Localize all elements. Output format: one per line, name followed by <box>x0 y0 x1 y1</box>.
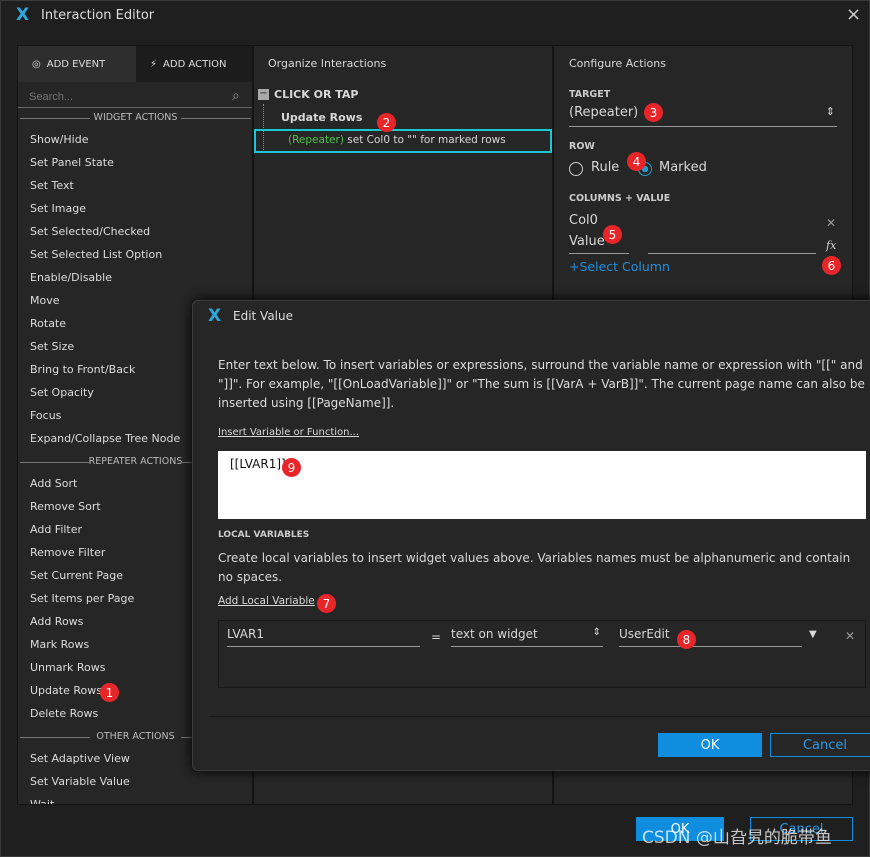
action-item[interactable]: Set Adaptive View <box>30 752 130 765</box>
repeater-target: (Repeater) <box>288 134 344 146</box>
action-item[interactable]: Set Current Page <box>30 569 123 582</box>
add-local-variable-link[interactable]: Add Local Variable <box>218 595 315 607</box>
target-select[interactable]: (Repeater) ⇕ <box>569 105 837 127</box>
radio-rule[interactable] <box>569 162 583 176</box>
event-icon: ◎ <box>32 58 41 70</box>
action-item[interactable]: Expand/Collapse Tree Node <box>30 432 180 445</box>
fx-icon[interactable]: fx <box>826 239 836 252</box>
var-type: text on widget <box>451 627 538 641</box>
annotation-badge: 6 <box>822 256 841 275</box>
dialog-cancel-button[interactable]: Cancel <box>770 733 870 757</box>
app-logo: X <box>16 5 30 25</box>
updown-icon: ⇕ <box>825 105 835 118</box>
action-item[interactable]: Rotate <box>30 317 66 330</box>
local-variables-table: LVAR1 = text on widget ⇕ UserEdit ▼ ✕ <box>218 620 866 688</box>
action-item[interactable]: Bring to Front/Back <box>30 363 135 376</box>
event-name[interactable]: CLICK OR TAP <box>274 88 358 101</box>
annotation-badge: 8 <box>677 630 696 649</box>
action-item[interactable]: Remove Filter <box>30 546 105 559</box>
updown-icon: ⇕ <box>592 627 601 638</box>
value-input[interactable] <box>648 234 816 254</box>
instructions-text: Enter text below. To insert variables or… <box>218 358 865 410</box>
action-item[interactable]: Set Image <box>30 202 86 215</box>
action-item[interactable]: Add Sort <box>30 477 77 490</box>
close-icon[interactable]: × <box>846 4 861 25</box>
panel-title: Organize Interactions <box>268 57 387 70</box>
var-name-input[interactable]: LVAR1 <box>227 627 420 647</box>
action-item[interactable]: Set Text <box>30 179 74 192</box>
row-label: ROW <box>569 141 595 152</box>
section-widget-actions: WIDGET ACTIONS <box>18 112 252 123</box>
search-input[interactable] <box>18 86 252 108</box>
action-item[interactable]: Show/Hide <box>30 133 88 146</box>
action-item[interactable]: Set Panel State <box>30 156 114 169</box>
value-textarea[interactable]: [[LVAR1]] <box>218 451 866 519</box>
action-item[interactable]: Set Opacity <box>30 386 94 399</box>
action-item[interactable]: Set Variable Value <box>30 775 130 788</box>
action-item[interactable]: Move <box>30 294 60 307</box>
action-detail-text: set Col0 to "" for marked rows <box>343 134 506 146</box>
action-item[interactable]: Set Items per Page <box>30 592 134 605</box>
widget-name: UserEdit <box>619 627 670 641</box>
column-name: Col0 <box>569 213 598 228</box>
var-type-select[interactable]: text on widget ⇕ <box>451 627 603 647</box>
action-item[interactable]: Update Rows <box>30 684 102 697</box>
action-detail-row[interactable]: (Repeater) set Col0 to "" for marked row… <box>254 129 552 153</box>
tab-add-action[interactable]: ⚡ ADD ACTION <box>136 46 252 82</box>
dialog-logo: X <box>208 306 222 326</box>
action-item[interactable]: Set Size <box>30 340 74 353</box>
annotation-badge: 1 <box>100 683 119 702</box>
window-title: Interaction Editor <box>41 8 155 23</box>
action-item[interactable]: Add Rows <box>30 615 83 628</box>
annotation-badge: 5 <box>603 225 622 244</box>
remove-variable-icon[interactable]: ✕ <box>845 629 855 643</box>
annotation-badge: 3 <box>644 103 663 122</box>
local-variables-desc: Create local variables to insert widget … <box>218 551 851 584</box>
watermark: CSDN @山旮旯的脆带鱼 <box>642 828 832 848</box>
annotation-badge: 4 <box>627 152 646 171</box>
equals-sign: = <box>431 630 442 644</box>
dropdown-arrow-icon[interactable]: ▼ <box>809 629 817 640</box>
edit-value-dialog: X Edit Value Enter text below. To insert… <box>192 300 870 771</box>
action-item[interactable]: Enable/Disable <box>30 271 112 284</box>
annotation-badge: 7 <box>317 594 336 613</box>
radio-rule-label: Rule <box>591 160 620 175</box>
action-item[interactable]: Add Filter <box>30 523 82 536</box>
action-item[interactable]: Focus <box>30 409 61 422</box>
action-item[interactable]: Set Selected List Option <box>30 248 162 261</box>
annotation-badge: 9 <box>282 458 301 477</box>
tab-label: ADD EVENT <box>46 58 106 70</box>
columns-label: COLUMNS + VALUE <box>569 193 671 204</box>
tab-label: ADD ACTION <box>163 58 227 70</box>
tab-add-event[interactable]: ◎ ADD EVENT <box>18 46 136 82</box>
dialog-title: Edit Value <box>233 309 294 323</box>
action-item[interactable]: Mark Rows <box>30 638 89 651</box>
collapse-icon[interactable]: − <box>258 89 269 100</box>
dialog-ok-button[interactable]: OK <box>658 733 762 757</box>
action-item[interactable]: Unmark Rows <box>30 661 105 674</box>
lightning-icon: ⚡ <box>150 58 158 70</box>
action-item[interactable]: Wait <box>30 798 54 804</box>
radio-marked-label: Marked <box>659 160 707 175</box>
select-column-link[interactable]: +Select Column <box>569 259 670 274</box>
action-item[interactable]: Set Selected/Checked <box>30 225 150 238</box>
target-label: TARGET <box>569 89 611 100</box>
remove-column-icon[interactable]: ✕ <box>826 216 836 230</box>
dialog-divider <box>209 716 870 717</box>
action-item[interactable]: Remove Sort <box>30 500 101 513</box>
value-type: Value <box>569 234 605 249</box>
widget-select[interactable]: UserEdit <box>619 627 802 647</box>
search-icon[interactable]: ⌕ <box>232 88 240 104</box>
local-variables-label: LOCAL VARIABLES <box>218 530 310 540</box>
panel-title: Configure Actions <box>569 57 666 70</box>
insert-variable-link[interactable]: Insert Variable or Function... <box>218 427 359 438</box>
action-name[interactable]: Update Rows <box>281 111 362 124</box>
action-item[interactable]: Delete Rows <box>30 707 98 720</box>
target-value: (Repeater) <box>569 105 639 120</box>
annotation-badge: 2 <box>377 113 396 132</box>
